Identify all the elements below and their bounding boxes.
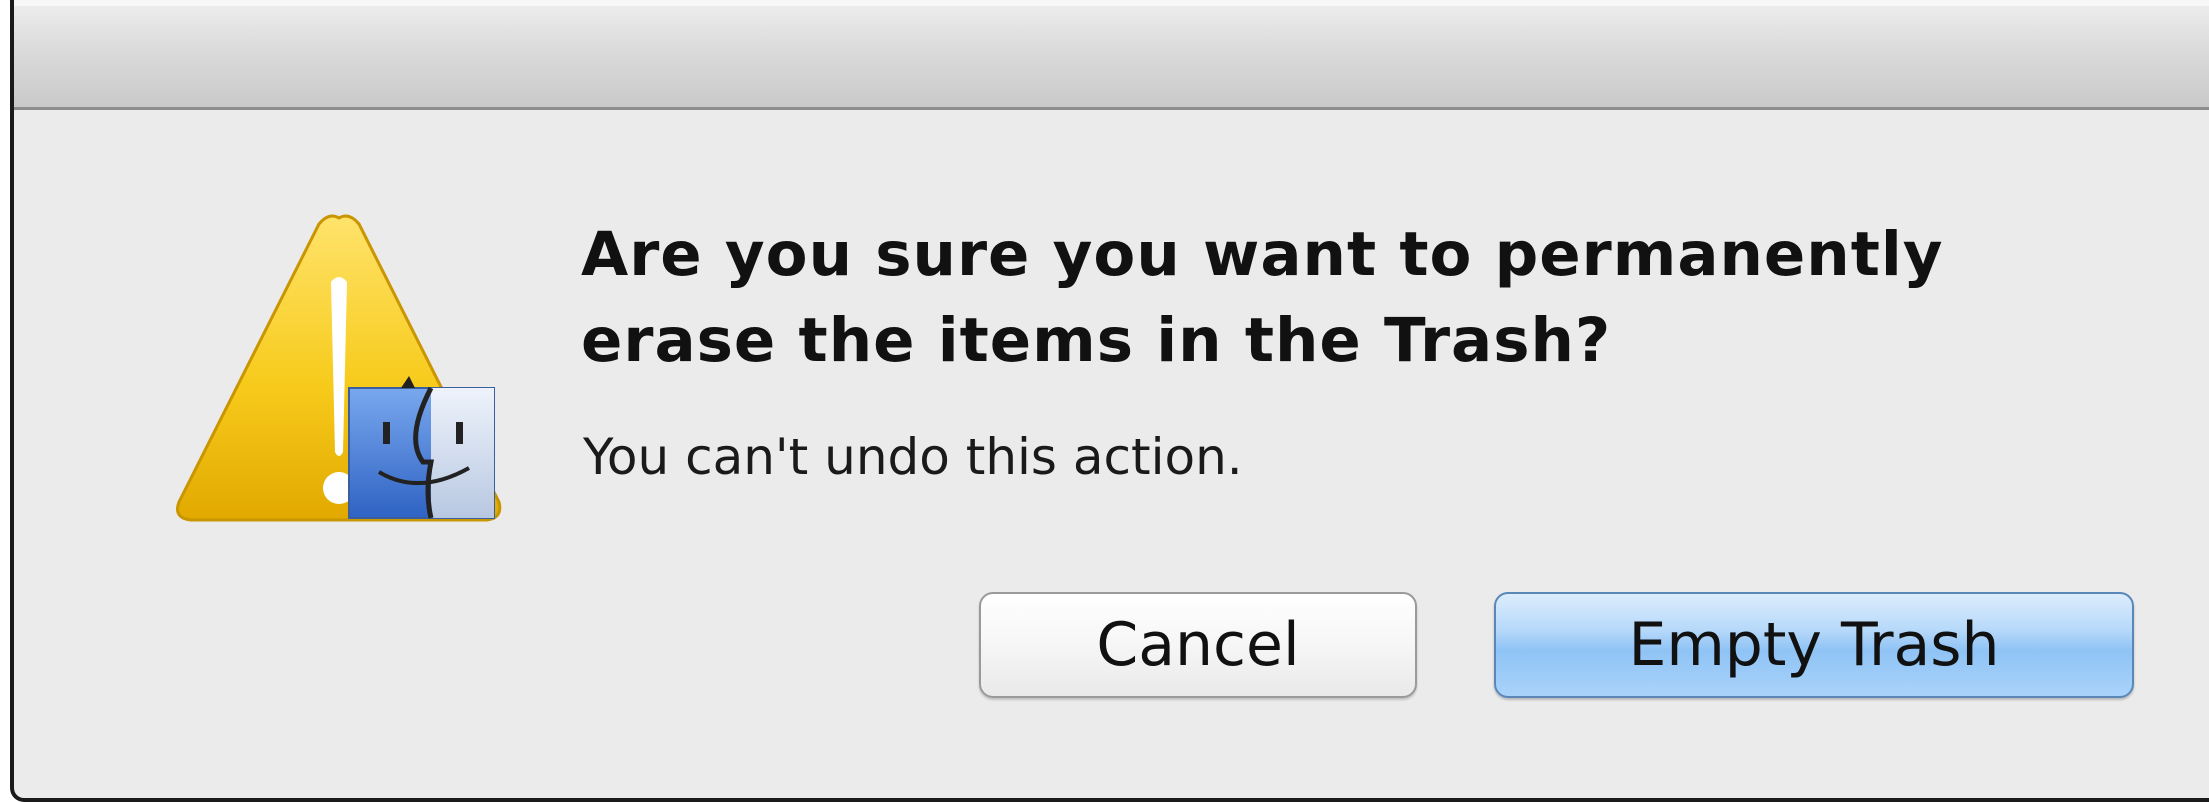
- caution-finder-icon: [176, 214, 502, 522]
- finder-badge: [348, 376, 495, 519]
- title-bar[interactable]: [14, 0, 2209, 110]
- alert-headline: Are you sure you want to permanently era…: [581, 219, 1944, 376]
- alert-message: You can't undo this action.: [583, 428, 1243, 486]
- empty-trash-button[interactable]: Empty Trash: [1494, 592, 2134, 698]
- cancel-button[interactable]: Cancel: [979, 592, 1417, 698]
- alert-dialog: Are you sure you want to permanently era…: [10, 0, 2209, 802]
